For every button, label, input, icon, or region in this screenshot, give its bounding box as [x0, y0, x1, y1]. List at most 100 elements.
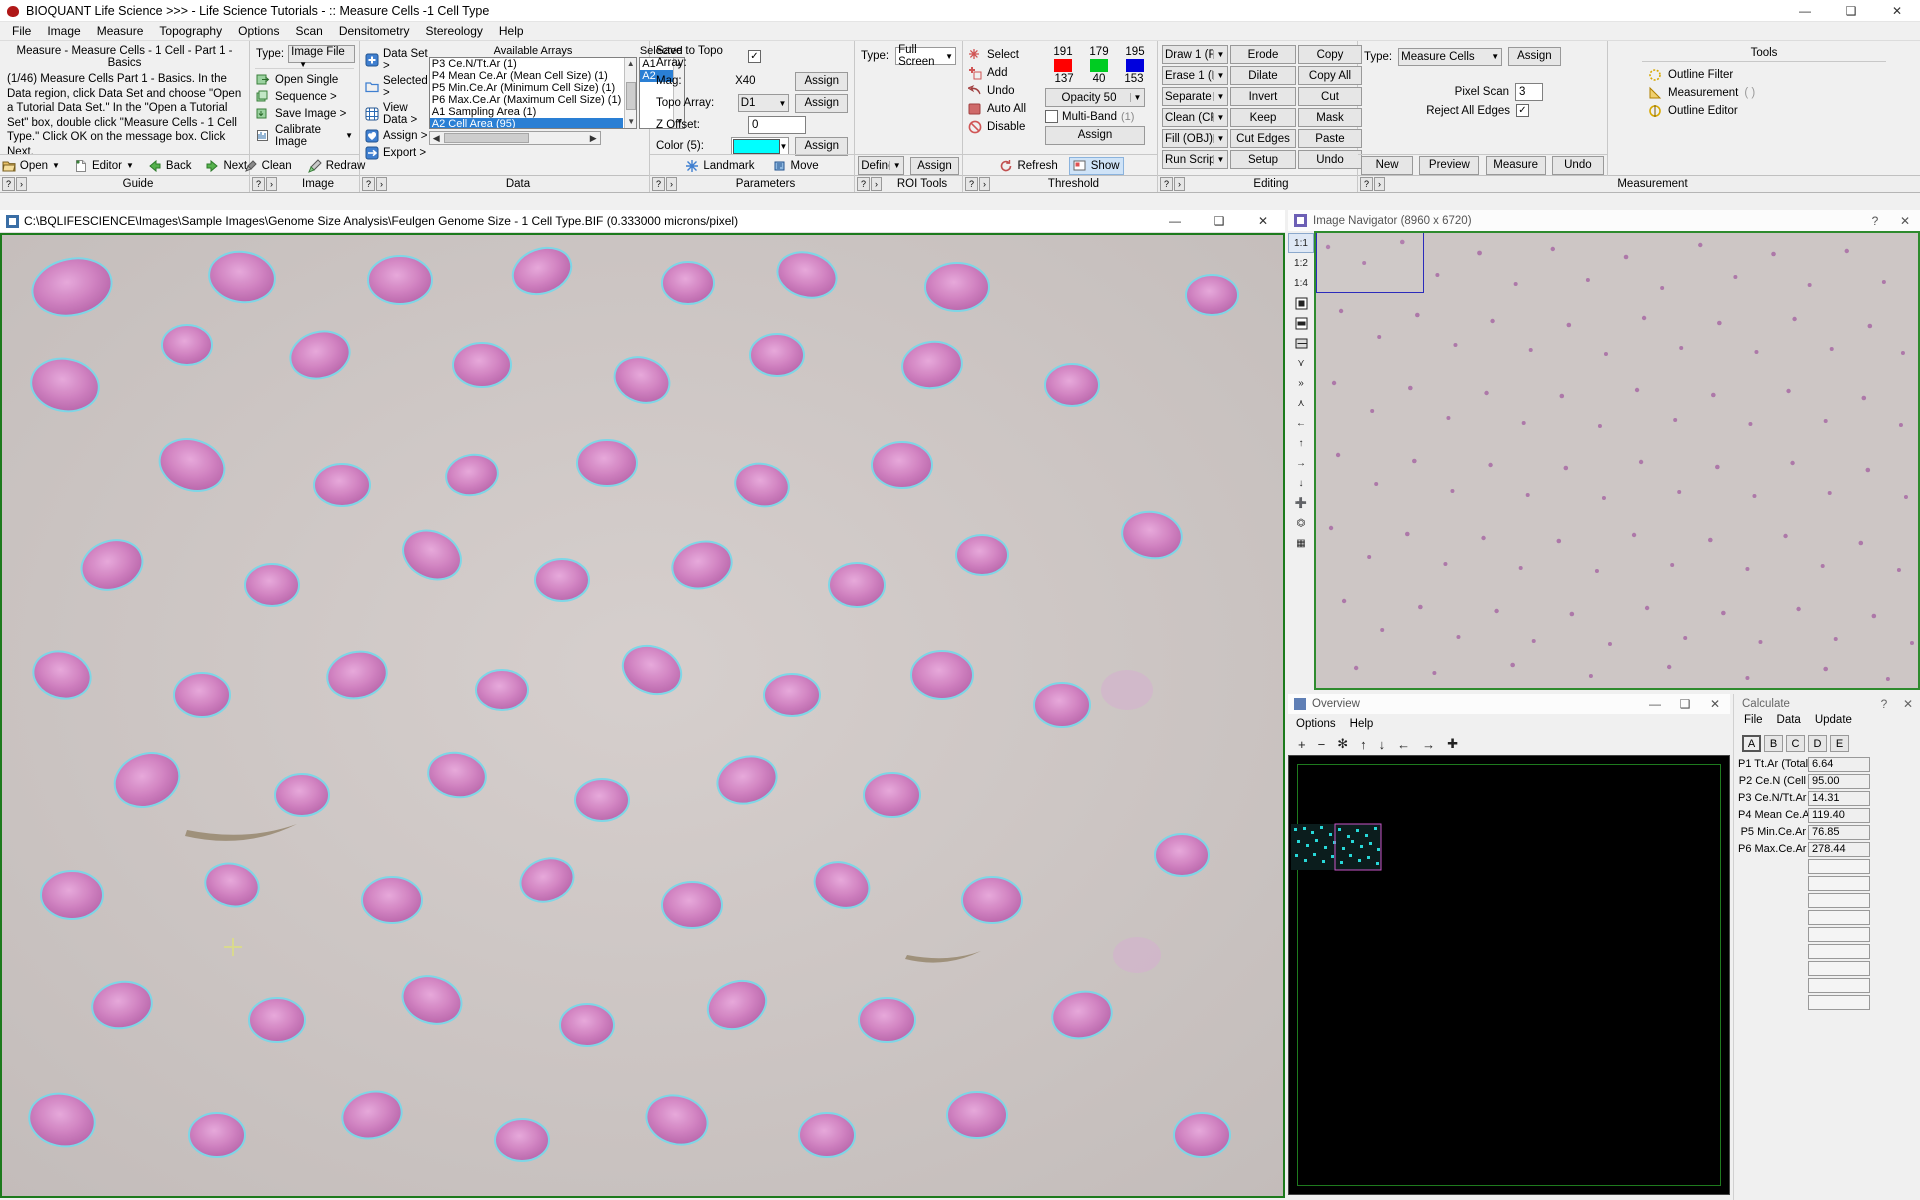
calculate-close-button[interactable]: ✕	[1896, 694, 1920, 714]
arrow-right-icon[interactable]: →	[1288, 453, 1314, 473]
calculate-menu-update[interactable]: Update	[1815, 714, 1852, 732]
erase-tool-button[interactable]: Erase 1 (FH)▼	[1162, 66, 1228, 85]
calculate-tab-a[interactable]: A	[1742, 735, 1761, 752]
measure-button[interactable]: Measure	[1485, 156, 1546, 175]
image-window-minimize-button[interactable]: —	[1153, 210, 1197, 233]
clean-tool-button[interactable]: Clean (CRS)▼	[1162, 108, 1228, 127]
green-channel-swatch[interactable]	[1090, 59, 1108, 72]
show-button[interactable]: Show	[1068, 156, 1124, 175]
crosshair-icon[interactable]: ➕	[1288, 493, 1314, 513]
arrow-up-icon[interactable]: ↑	[1360, 737, 1367, 752]
navigator-canvas[interactable]	[1314, 231, 1920, 690]
red-channel-swatch[interactable]	[1054, 59, 1072, 72]
calculate-row-value[interactable]: 76.85	[1808, 824, 1870, 840]
setup-button[interactable]: Setup	[1230, 150, 1296, 169]
roi-type-select[interactable]: Full Screen ▼	[895, 44, 956, 68]
outline-editor-button[interactable]: Outline Editor	[1612, 102, 1916, 120]
z-offset-input[interactable]	[748, 115, 806, 134]
maximize-button[interactable]: ❑	[1828, 0, 1874, 22]
grid-select-icon[interactable]: ▦	[1288, 533, 1314, 553]
menu-item-scan[interactable]: Scan	[287, 23, 330, 39]
define-roi-button[interactable]: Define ▼	[858, 156, 905, 175]
pixel-scan-input[interactable]	[1515, 83, 1543, 101]
selected-button[interactable]: Selected >	[364, 73, 429, 100]
assign-threshold-button[interactable]: Assign	[1045, 126, 1145, 145]
menu-item-help[interactable]: Help	[491, 23, 532, 39]
cut-edges-button[interactable]: Cut Edges	[1230, 129, 1296, 148]
scroll-up-icon[interactable]: ▲	[625, 58, 636, 70]
overview-close-button[interactable]: ✕	[1700, 694, 1730, 714]
overview-minimize-button[interactable]: —	[1640, 694, 1670, 714]
list-item[interactable]: P5 Min.Ce.Ar (Minimum Cell Size) (1)	[430, 82, 623, 94]
assign-color-button[interactable]: Assign	[795, 136, 848, 156]
threshold-disable-button[interactable]: Disable	[967, 118, 1045, 136]
chevron-down-icon[interactable]: ▼	[1130, 93, 1144, 102]
keep-button[interactable]: Keep	[1230, 108, 1296, 127]
menu-item-measure[interactable]: Measure	[89, 23, 152, 39]
list-item[interactable]: P3 Ce.N/Tt.Ar (1)	[430, 58, 623, 70]
list-item[interactable]: A1 Sampling Area (1)	[430, 106, 623, 118]
expand-icon[interactable]: ›	[376, 177, 387, 191]
calculate-row-value[interactable]: 278.44	[1808, 841, 1870, 857]
available-list-scrollbar[interactable]: ▲ ▼	[624, 58, 637, 128]
pan-icon[interactable]	[1288, 333, 1314, 353]
save-topo-checkbox[interactable]: ✓	[748, 50, 761, 63]
zoom-in-icon[interactable]: +	[1298, 737, 1306, 752]
editor-button[interactable]: Editor ▼	[71, 158, 137, 174]
topo-array-select[interactable]: D1 ▼	[737, 94, 790, 112]
color-select[interactable]: ▼	[731, 137, 790, 155]
undo-measurement-button[interactable]: Undo	[1551, 156, 1604, 175]
help-icon[interactable]: ?	[652, 177, 665, 191]
undo-edit-button[interactable]: Undo	[1298, 150, 1362, 169]
expand-icon[interactable]: ›	[666, 177, 677, 191]
double-up-icon[interactable]: ⋎	[1288, 353, 1314, 373]
redraw-button[interactable]: Redraw	[305, 158, 369, 174]
menu-item-stereology[interactable]: Stereology	[418, 23, 491, 39]
blue-channel-swatch[interactable]	[1126, 59, 1144, 72]
double-down-icon[interactable]: ⋏	[1288, 393, 1314, 413]
zoom-1-2-button[interactable]: 1:2	[1288, 253, 1314, 273]
arrow-right-icon[interactable]: →	[1422, 737, 1435, 752]
measurement-type-select[interactable]: Measure Cells ▼	[1398, 47, 1503, 66]
run-script-button[interactable]: Run Script▼	[1162, 150, 1228, 169]
draw-tool-button[interactable]: Draw 1 (FH)▼	[1162, 45, 1228, 64]
list-item-selected[interactable]: A2 Cell Area (95)	[429, 118, 624, 128]
image-window-maximize-button[interactable]: ❑	[1197, 210, 1241, 233]
assign-data-button[interactable]: Assign >	[364, 127, 429, 144]
navigator-help-button[interactable]: ?	[1860, 210, 1890, 231]
help-icon[interactable]: ?	[252, 177, 265, 191]
threshold-undo-button[interactable]: Undo	[966, 82, 1045, 100]
expand-icon[interactable]: ›	[979, 177, 990, 191]
calculate-row-value[interactable]: 95.00	[1808, 773, 1870, 789]
close-button[interactable]: ✕	[1874, 0, 1920, 22]
help-icon[interactable]: ?	[2, 177, 15, 191]
zoom-out-icon[interactable]: −	[1318, 737, 1326, 752]
erode-button[interactable]: Erode	[1230, 45, 1296, 64]
fit-window-icon[interactable]	[1288, 293, 1314, 313]
center-icon[interactable]: ✻	[1337, 736, 1348, 752]
move-button[interactable]: Move	[770, 158, 822, 174]
image-window-close-button[interactable]: ✕	[1241, 210, 1285, 233]
available-arrays-list[interactable]: P2 Ce.N (Cell Number) (1) P3 Ce.N/Tt.Ar …	[428, 57, 638, 129]
scroll-down-icon[interactable]: ▼	[625, 116, 636, 128]
reject-all-edges-checkbox[interactable]: ✓	[1516, 104, 1529, 117]
overview-menu-options[interactable]: Options	[1296, 718, 1336, 730]
arrow-left-icon[interactable]: ←	[1397, 737, 1410, 752]
list-item[interactable]: P4 Mean Ce.Ar (Mean Cell Size) (1)	[430, 70, 623, 82]
cut-button[interactable]: Cut	[1298, 87, 1362, 106]
image-type-select[interactable]: Image File ▼	[288, 45, 355, 69]
chevron-down-icon[interactable]: ▼	[1213, 113, 1227, 122]
arrow-up-icon[interactable]: ↑	[1288, 433, 1314, 453]
export-button[interactable]: Export >	[364, 144, 429, 161]
expand-icon[interactable]: ›	[1174, 177, 1185, 191]
refresh-button[interactable]: Refresh	[996, 158, 1060, 174]
expand-icon[interactable]: ›	[16, 177, 27, 191]
overview-canvas[interactable]	[1288, 755, 1730, 1195]
data-set-button[interactable]: Data Set >	[364, 46, 429, 73]
opacity-select[interactable]: Opacity 50 ▼	[1045, 88, 1145, 107]
chevron-down-icon[interactable]: ▼	[1213, 134, 1227, 143]
calculate-row-value[interactable]: 14.31	[1808, 790, 1870, 806]
scroll-left-icon[interactable]: ◀	[430, 133, 443, 144]
expand-icon[interactable]: ›	[871, 177, 882, 191]
double-right-icon[interactable]: »	[1288, 373, 1314, 393]
